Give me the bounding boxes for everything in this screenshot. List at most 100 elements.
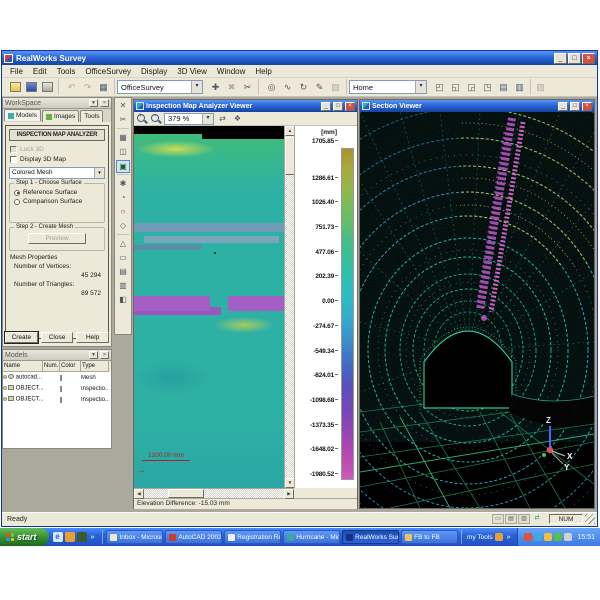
scroll-left-icon[interactable]: ◀ <box>134 489 144 499</box>
mesh-type-select[interactable]: Colored Mesh ▾ <box>9 167 105 179</box>
taskbar-button-hurricane[interactable]: Hurricane - Micro... <box>283 530 340 544</box>
quick-launch-icon[interactable] <box>65 532 75 542</box>
tool-button-2[interactable]: ✂ <box>116 114 130 127</box>
display-3d-map-checkbox[interactable]: Display 3D Map <box>10 156 104 163</box>
tool-button-3[interactable]: ▦ <box>116 132 130 145</box>
toolbar-icon-2[interactable]: ✖ <box>224 80 239 94</box>
taskbar-button-registration[interactable]: Registration Rep... <box>224 530 281 544</box>
toolbar-icon-6[interactable]: ▧ <box>328 80 343 94</box>
grid-icon[interactable]: ▦ <box>96 80 111 94</box>
deviation-heatmap[interactable]: 1200.00 mm → <box>134 126 284 488</box>
point-cloud-view[interactable]: Z X Y <box>360 112 594 508</box>
taskbar-button-inbox[interactable]: Inbox - Microsof... <box>106 530 163 544</box>
toolbar-icon-5[interactable]: ∿ <box>280 80 295 94</box>
layout-icon-6[interactable]: ▥ <box>512 80 527 94</box>
create-button[interactable]: Create <box>5 332 38 343</box>
radio-icon[interactable] <box>14 190 20 196</box>
tool-button-6[interactable]: ✱ <box>116 178 130 191</box>
tray-icon-4[interactable] <box>554 533 562 541</box>
my-tools-toolbar[interactable]: my Tools » <box>464 533 515 541</box>
toolbar-icon-3[interactable]: ✂ <box>240 80 255 94</box>
layout-icon-1[interactable]: ◰ <box>432 80 447 94</box>
visibility-icon[interactable] <box>3 386 7 390</box>
viewer-tool-icon-2[interactable]: ❖ <box>231 113 244 125</box>
view-combo[interactable]: Home ▾ <box>349 80 427 94</box>
taskbar-button-realworks[interactable]: RealWorks Survey <box>342 530 399 544</box>
tool-button-14[interactable]: ◧ <box>116 294 130 307</box>
menu-3dview[interactable]: 3D View <box>172 67 212 76</box>
checkbox-icon[interactable] <box>10 156 17 163</box>
layout-icon-5[interactable]: ▤ <box>496 80 511 94</box>
tool-button-8[interactable]: ○ <box>116 206 130 219</box>
menu-tools[interactable]: Tools <box>52 67 81 76</box>
menu-window[interactable]: Window <box>212 67 250 76</box>
refresh-icon[interactable]: ↻ <box>296 80 311 94</box>
menu-help[interactable]: Help <box>250 67 276 76</box>
layout-icon-4[interactable]: ◳ <box>480 80 495 94</box>
overflow-icon[interactable]: » <box>89 534 97 541</box>
redo-icon[interactable]: ↷ <box>80 80 95 94</box>
close-icon[interactable]: × <box>582 53 595 64</box>
toolbar-icon-1[interactable]: ✚ <box>208 80 223 94</box>
title-bar[interactable]: RealWorks Survey _ □ × <box>2 51 597 65</box>
open-button[interactable] <box>8 80 23 94</box>
undo-icon[interactable]: ↶ <box>64 80 79 94</box>
chevron-down-icon[interactable]: ▾ <box>94 168 104 178</box>
taskbar-button-autocad[interactable]: AutoCAD 2002 <box>165 530 222 544</box>
scroll-right-icon[interactable]: ▶ <box>284 489 294 499</box>
zoom-out-icon[interactable]: − <box>150 113 162 125</box>
overflow-icon[interactable]: » <box>505 534 513 541</box>
maximize-icon[interactable]: □ <box>570 102 580 111</box>
visibility-icon[interactable] <box>3 375 7 379</box>
close-icon[interactable]: × <box>582 102 592 111</box>
panel-close-icon[interactable]: × <box>100 351 109 359</box>
tool-button-11[interactable]: ▭ <box>116 252 130 265</box>
close-icon[interactable]: × <box>345 102 355 111</box>
table-row[interactable]: OBJECT... Inspectio... <box>3 383 111 394</box>
comparison-surface-radio[interactable]: Comparison Surface <box>14 198 100 205</box>
panel-collapse-icon[interactable]: ▾ <box>89 99 98 107</box>
table-row[interactable]: OBJECT... Inspectio... <box>3 394 111 405</box>
maximize-icon[interactable]: □ <box>333 102 343 111</box>
visibility-icon[interactable] <box>3 397 7 401</box>
panel-close-icon[interactable]: × <box>100 99 109 107</box>
resize-grip[interactable] <box>585 514 595 524</box>
tray-icon-2[interactable] <box>534 533 542 541</box>
tool-button-13[interactable]: ▥ <box>116 280 130 293</box>
maximize-icon[interactable]: □ <box>568 53 581 64</box>
chevron-down-icon[interactable]: ▾ <box>191 81 202 93</box>
status-icon-2[interactable]: ▤ <box>505 514 517 524</box>
horizontal-scrollbar[interactable]: ◀ ▶ <box>134 488 294 498</box>
toolbar-icon-7[interactable]: ▨ <box>533 80 548 94</box>
module-combo[interactable]: OfficeSurvey ▾ <box>117 80 203 94</box>
panel-collapse-icon[interactable]: ▾ <box>89 351 98 359</box>
start-button[interactable]: start <box>0 528 49 546</box>
tool-button-10[interactable]: △ <box>116 238 130 251</box>
tool-button-7[interactable]: ◔ <box>116 192 130 205</box>
viewer-tool-icon-1[interactable]: ⇄ <box>216 113 229 125</box>
minimize-icon[interactable]: _ <box>554 53 567 64</box>
radio-icon[interactable] <box>14 199 20 205</box>
tab-images[interactable]: Images <box>42 110 79 122</box>
vertical-scrollbar[interactable]: ▲ ▼ <box>284 126 294 488</box>
tool-button-12[interactable]: ▤ <box>116 266 130 279</box>
zoom-level-combo[interactable]: 379 % ▾ <box>164 113 214 125</box>
menu-display[interactable]: Display <box>136 67 172 76</box>
tray-icon-1[interactable] <box>524 533 532 541</box>
status-icon-3[interactable]: ▥ <box>518 514 530 524</box>
tray-icon-5[interactable] <box>564 533 572 541</box>
save-button[interactable] <box>24 80 39 94</box>
tray-icon-3[interactable] <box>544 533 552 541</box>
table-row[interactable]: autocad... Mesh <box>3 372 111 383</box>
scrollbar-thumb[interactable] <box>168 489 204 498</box>
section-viewer-titlebar[interactable]: Section Viewer _ □ × <box>360 100 594 112</box>
menu-officesurvey[interactable]: OfficeSurvey <box>80 67 136 76</box>
minimize-icon[interactable]: _ <box>558 102 568 111</box>
tool-button-9[interactable]: ◇ <box>116 220 130 233</box>
map-viewer-titlebar[interactable]: Inspection Map Analyzer Viewer _ □ × <box>134 100 357 112</box>
tool-button-1[interactable]: ✕ <box>116 100 130 113</box>
chevron-down-icon[interactable]: ▾ <box>202 114 213 124</box>
tool-button-4[interactable]: ◫ <box>116 146 130 159</box>
chevron-down-icon[interactable]: ▾ <box>415 81 426 93</box>
tab-models[interactable]: Models <box>4 109 41 121</box>
